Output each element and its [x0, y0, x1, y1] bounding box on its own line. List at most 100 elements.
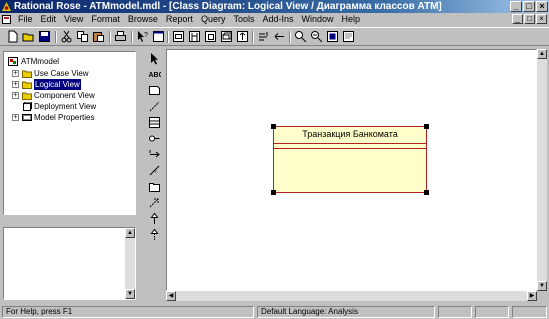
- menu-file[interactable]: File: [14, 13, 37, 26]
- browse-parent-icon[interactable]: [236, 30, 249, 43]
- save-icon[interactable]: [38, 30, 51, 43]
- menu-format[interactable]: Format: [87, 13, 124, 26]
- canvas-vertical-scrollbar[interactable]: ▲ ▼: [537, 49, 547, 291]
- tree-root-label: ATMmodel: [21, 57, 60, 66]
- association-class-icon[interactable]: [148, 164, 161, 177]
- menu-report[interactable]: Report: [162, 13, 197, 26]
- package-icon[interactable]: [148, 180, 161, 193]
- menu-add-ins[interactable]: Add-Ins: [258, 13, 297, 26]
- attributes-divider: [274, 143, 426, 144]
- scroll-left-icon[interactable]: ◀: [166, 291, 176, 301]
- copy-icon[interactable]: [76, 30, 89, 43]
- tree-item-use-case-view[interactable]: + Use Case View: [12, 68, 122, 79]
- class-diagram-canvas[interactable]: Транзакция Банкомата: [166, 49, 537, 291]
- diagram-window-icon[interactable]: [2, 15, 11, 24]
- menu-window[interactable]: Window: [298, 13, 338, 26]
- svg-text:?: ?: [144, 32, 148, 39]
- canvas-horizontal-scrollbar[interactable]: ◀ ▶: [166, 291, 537, 301]
- tree-expander[interactable]: +: [12, 81, 19, 88]
- maximize-button[interactable]: □: [523, 1, 535, 12]
- tree-expander[interactable]: +: [12, 70, 19, 77]
- tree-item-deployment-view[interactable]: Deployment View: [12, 101, 122, 112]
- menu-browse[interactable]: Browse: [124, 13, 162, 26]
- tree-item-label: Logical View: [34, 79, 81, 90]
- status-panel-1: [438, 306, 472, 318]
- menu-help[interactable]: Help: [338, 13, 365, 26]
- class-icon[interactable]: [148, 116, 161, 129]
- status-bar: For Help, press F1 Default Language: Ana…: [0, 304, 549, 319]
- cut-icon[interactable]: [60, 30, 73, 43]
- status-panel-2: [475, 306, 509, 318]
- resize-handle-top-left[interactable]: [271, 124, 276, 129]
- svg-text:ABC: ABC: [149, 72, 162, 79]
- standard-toolbar: ?: [0, 27, 549, 46]
- menu-edit[interactable]: Edit: [37, 13, 61, 26]
- dependency-icon[interactable]: [148, 196, 161, 209]
- browse-previous-icon[interactable]: [257, 30, 270, 43]
- tree-item-logical-view[interactable]: + Logical View: [12, 79, 122, 90]
- undo-fit-icon[interactable]: [273, 30, 286, 43]
- status-help-text: For Help, press F1: [2, 306, 254, 318]
- tree-expander[interactable]: +: [12, 114, 19, 121]
- class-name[interactable]: Транзакция Банкомата: [274, 129, 426, 140]
- mdi-restore-button[interactable]: □: [524, 14, 535, 24]
- interface-icon[interactable]: [148, 132, 161, 145]
- anchor-note-icon[interactable]: [148, 100, 161, 113]
- status-language: Default Language: Analysis: [257, 306, 435, 318]
- diagram-toolbox: ABC: [146, 49, 163, 301]
- text-box-icon[interactable]: ABC: [148, 68, 162, 81]
- generalization-icon[interactable]: [148, 212, 161, 225]
- properties-icon: [22, 114, 32, 121]
- new-icon[interactable]: [6, 30, 19, 43]
- tree-item-label: Deployment View: [34, 102, 97, 111]
- tree-root[interactable]: ATMmodel: [8, 56, 108, 67]
- scroll-down-icon[interactable]: ▼: [537, 281, 547, 291]
- documentation-window[interactable]: ▲ ▼: [3, 227, 136, 300]
- scroll-up-icon[interactable]: ▲: [537, 49, 547, 59]
- model-browser[interactable]: ATMmodel + Use Case View + Logical View …: [3, 51, 136, 215]
- resize-handle-top-right[interactable]: [424, 124, 429, 129]
- tree-item-component-view[interactable]: + Component View: [12, 90, 122, 101]
- tree-expander[interactable]: +: [12, 92, 19, 99]
- open-icon[interactable]: [22, 30, 35, 43]
- note-icon[interactable]: [148, 84, 161, 97]
- minimize-button[interactable]: _: [510, 1, 522, 12]
- menu-query[interactable]: Query: [197, 13, 230, 26]
- mdi-close-button[interactable]: ×: [536, 14, 547, 24]
- realization-icon[interactable]: [148, 228, 161, 241]
- browse-component-diagram-icon[interactable]: [204, 30, 217, 43]
- menu-view[interactable]: View: [60, 13, 87, 26]
- tree-item-model-properties[interactable]: + Model Properties: [12, 112, 122, 123]
- paste-icon[interactable]: [92, 30, 105, 43]
- menu-tools[interactable]: Tools: [229, 13, 258, 26]
- print-preview-icon[interactable]: [342, 30, 355, 43]
- rational-rose-icon: [2, 2, 11, 11]
- scroll-right-icon[interactable]: ▶: [527, 291, 537, 301]
- print-icon[interactable]: [114, 30, 127, 43]
- scroll-up-icon[interactable]: ▲: [125, 228, 135, 238]
- class-transaction[interactable]: Транзакция Банкомата: [273, 126, 427, 193]
- mdi-minimize-button[interactable]: _: [512, 14, 523, 24]
- unidirectional-association-icon[interactable]: [148, 148, 161, 161]
- title-bar: Rational Rose - ATMmodel.mdl - [Class Di…: [0, 0, 549, 13]
- close-button[interactable]: ×: [536, 1, 548, 12]
- browse-class-diagram-icon[interactable]: [172, 30, 185, 43]
- resize-handle-bottom-left[interactable]: [271, 190, 276, 195]
- operations-divider: [274, 148, 426, 149]
- folder-icon: [22, 92, 32, 100]
- scroll-down-icon[interactable]: ▼: [125, 289, 135, 299]
- resize-handle-bottom-right[interactable]: [424, 190, 429, 195]
- folder-icon: [22, 70, 32, 78]
- view-documentation-icon[interactable]: [152, 30, 165, 43]
- selection-arrow-icon[interactable]: [148, 52, 161, 65]
- context-help-icon[interactable]: ?: [136, 30, 149, 43]
- zoom-out-icon[interactable]: [310, 30, 323, 43]
- tree-item-label: Component View: [34, 91, 95, 100]
- documentation-scrollbar[interactable]: ▲ ▼: [125, 228, 135, 299]
- menu-bar: File Edit View Format Browse Report Quer…: [0, 13, 549, 26]
- browse-deployment-diagram-icon[interactable]: [220, 30, 233, 43]
- browse-interaction-diagram-icon[interactable]: [188, 30, 201, 43]
- status-panel-3: [512, 306, 547, 318]
- zoom-in-icon[interactable]: [294, 30, 307, 43]
- fit-in-window-icon[interactable]: [326, 30, 339, 43]
